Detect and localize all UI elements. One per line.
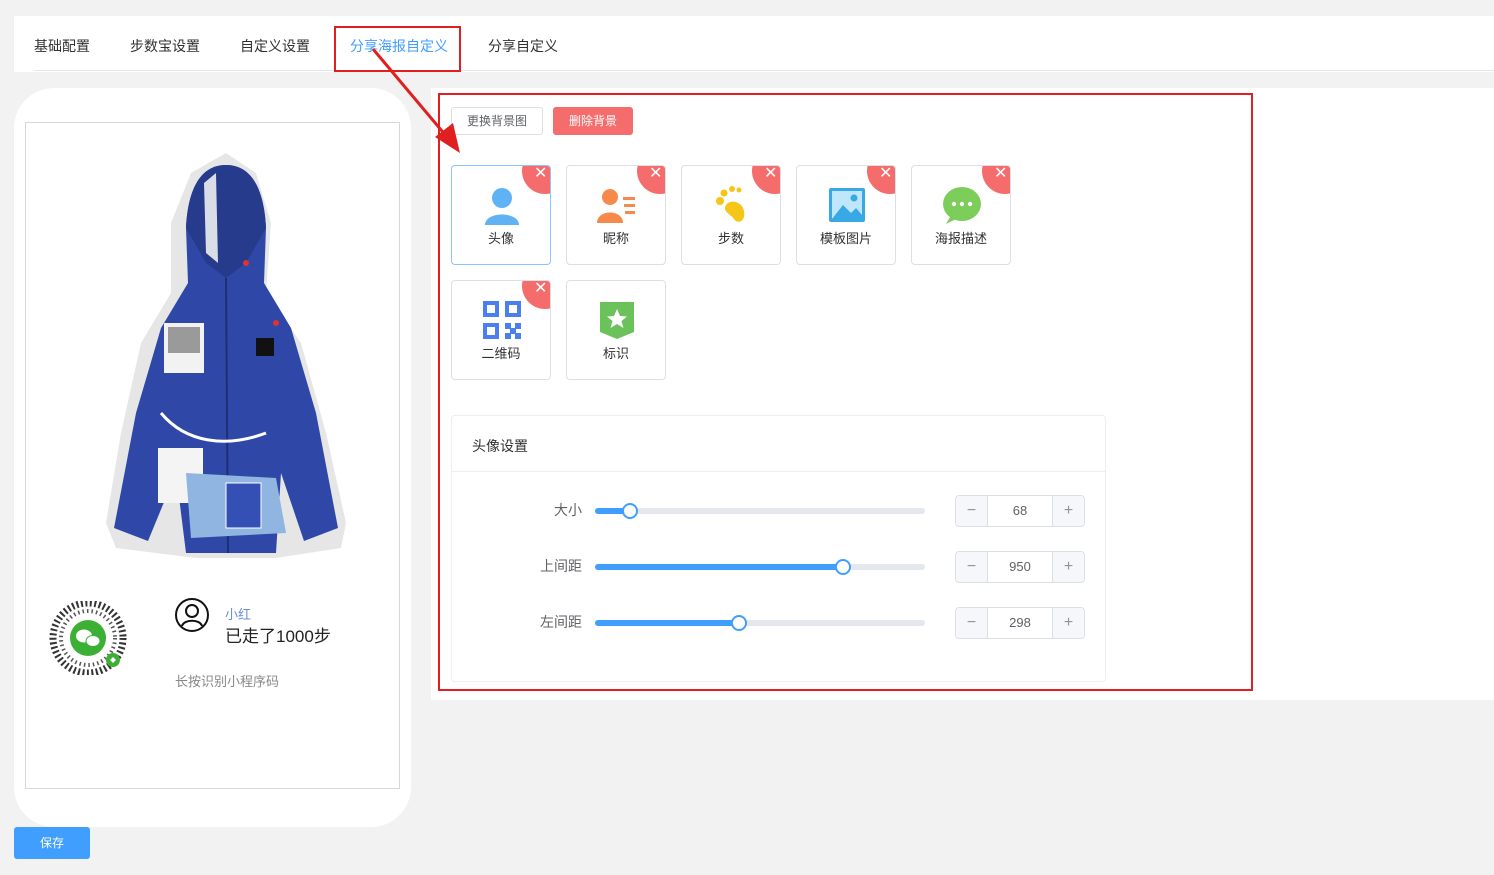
qrcode-icon (482, 300, 522, 340)
tab-share-custom[interactable]: 分享自定义 (488, 36, 558, 56)
size-input[interactable] (988, 496, 1052, 526)
footprint-icon (712, 185, 752, 225)
element-card-badge[interactable]: 标识 (566, 280, 666, 380)
slider-fill (595, 620, 739, 626)
element-card-label: 二维码 (481, 346, 521, 361)
remove-element-button[interactable]: ✕ (522, 165, 550, 194)
decrease-button[interactable]: − (956, 496, 988, 526)
poster-preview: 小红 已走了1000步 长按识别小程序码 (25, 122, 400, 789)
element-card-template-image[interactable]: 模板图片 ✕ (796, 165, 896, 265)
tab-step-settings[interactable]: 步数宝设置 (130, 36, 200, 56)
element-card-nickname[interactable]: 昵称 ✕ (566, 165, 666, 265)
avatar-icon (482, 185, 522, 225)
element-card-label: 标识 (602, 346, 629, 361)
star-badge-icon (597, 300, 637, 340)
element-card-label: 步数 (717, 231, 744, 246)
top-margin-stepper[interactable]: − + (955, 551, 1085, 583)
left-margin-slider[interactable] (595, 615, 925, 631)
remove-element-button[interactable]: ✕ (637, 165, 665, 194)
annotation-arrow-icon (371, 48, 460, 153)
element-card-avatar[interactable]: 头像 ✕ (451, 165, 551, 265)
decrease-button[interactable]: − (956, 608, 988, 638)
top-margin-slider[interactable] (595, 559, 925, 575)
element-card-poster-description[interactable]: 海报描述 ✕ (911, 165, 1011, 265)
decrease-button[interactable]: − (956, 552, 988, 582)
top-margin-input[interactable] (988, 552, 1052, 582)
delete-background-button[interactable]: 删除背景 (553, 107, 633, 135)
element-card-label: 昵称 (602, 231, 629, 246)
size-slider[interactable] (595, 503, 925, 519)
close-icon: ✕ (994, 165, 1008, 182)
nickname-icon (597, 185, 637, 225)
left-margin-label: 左间距 (540, 614, 582, 630)
tab-bar (14, 16, 1494, 72)
settings-title: 头像设置 (452, 416, 1105, 472)
element-card-label: 海报描述 (934, 231, 987, 246)
avatar-settings-panel: 头像设置 (451, 415, 1106, 682)
poster-nickname: 小红 (225, 607, 252, 622)
increase-button[interactable]: + (1052, 552, 1084, 582)
element-card-label: 头像 (487, 231, 514, 246)
element-card-qrcode[interactable]: 二维码 ✕ (451, 280, 551, 380)
chat-bubble-icon (942, 185, 982, 225)
close-icon: ✕ (534, 280, 548, 297)
tab-bar-divider (34, 70, 1494, 71)
close-icon: ✕ (879, 165, 893, 182)
size-label: 大小 (554, 502, 582, 518)
tab-basic-config[interactable]: 基础配置 (34, 36, 90, 56)
increase-button[interactable]: + (1052, 608, 1084, 638)
mini-program-qrcode (48, 599, 128, 677)
increase-button[interactable]: + (1052, 496, 1084, 526)
image-icon (827, 185, 867, 225)
element-card-label: 模板图片 (819, 231, 872, 246)
top-margin-label: 上间距 (540, 558, 582, 574)
remove-element-button[interactable]: ✕ (752, 165, 780, 194)
left-margin-input[interactable] (988, 608, 1052, 638)
size-stepper[interactable]: − + (955, 495, 1085, 527)
poster-qrcode-hint: 长按识别小程序码 (175, 674, 280, 689)
left-margin-stepper[interactable]: − + (955, 607, 1085, 639)
poster-steps-text: 已走了1000步 (225, 627, 331, 646)
slider-handle[interactable] (730, 615, 747, 631)
remove-element-button[interactable]: ✕ (982, 165, 1010, 194)
close-icon: ✕ (534, 165, 548, 182)
remove-element-button[interactable]: ✕ (522, 280, 550, 309)
remove-element-button[interactable]: ✕ (867, 165, 895, 194)
user-avatar-icon (174, 597, 210, 633)
slider-fill (595, 564, 844, 570)
poster-background-image (76, 143, 351, 563)
close-icon: ✕ (764, 165, 778, 182)
close-icon: ✕ (649, 165, 663, 182)
tab-custom-settings[interactable]: 自定义设置 (240, 36, 310, 56)
element-card-steps[interactable]: 步数 ✕ (681, 165, 781, 265)
save-button[interactable]: 保存 (14, 827, 90, 859)
